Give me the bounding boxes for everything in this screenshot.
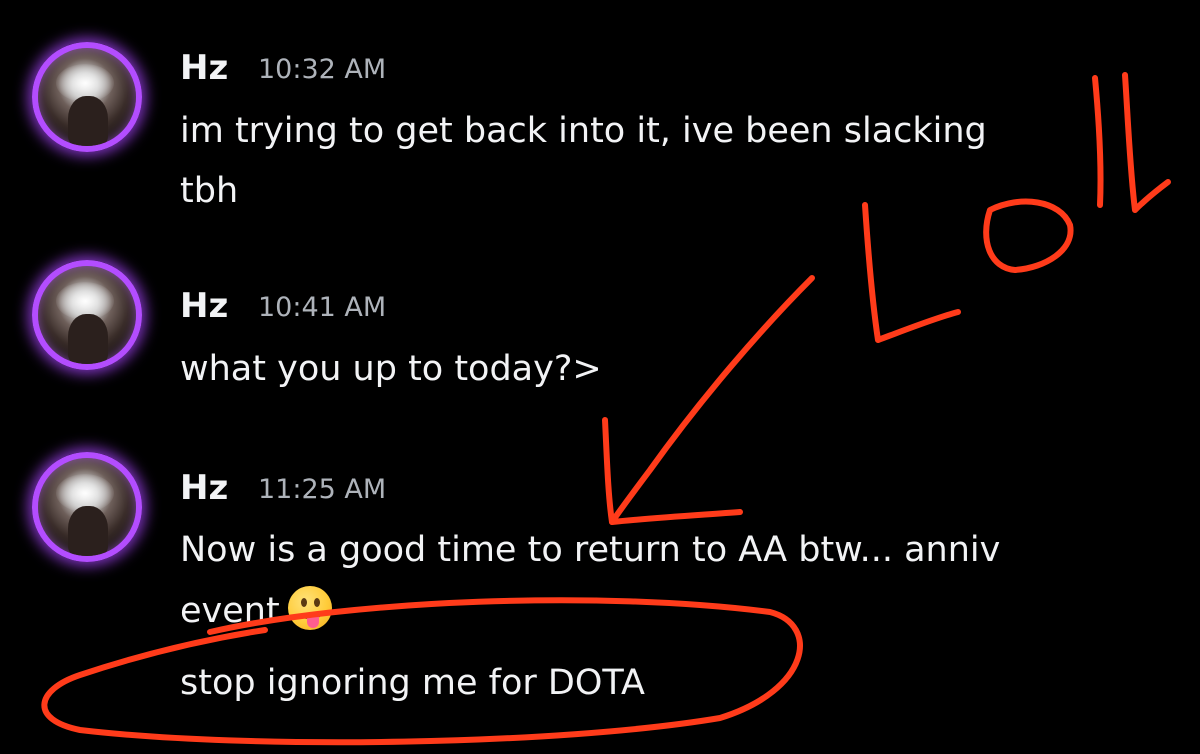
user-avatar[interactable] bbox=[32, 452, 142, 562]
avatar-figure bbox=[68, 506, 108, 556]
arrow-head-icon bbox=[602, 417, 743, 525]
message-text: event bbox=[180, 591, 280, 631]
username[interactable]: Hz bbox=[180, 468, 228, 508]
arrow-icon bbox=[609, 275, 815, 525]
avatar-figure bbox=[68, 96, 108, 146]
message-text-line: tbh bbox=[180, 171, 239, 211]
annotation-letter-o bbox=[983, 198, 1074, 273]
timestamp: 10:32 AM bbox=[258, 54, 387, 85]
tongue-out-emoji bbox=[287, 586, 332, 630]
annotation-stroke bbox=[1092, 75, 1104, 208]
avatar-figure bbox=[68, 314, 108, 364]
message-text-line: Now is a good time to return to AA btw..… bbox=[180, 530, 1001, 570]
message-text-line: im trying to get back into it, ive been … bbox=[180, 111, 987, 151]
message-text-line: what you up to today?> bbox=[180, 349, 602, 389]
annotation-letter-l-small bbox=[1122, 72, 1171, 213]
annotation-letter-l bbox=[862, 202, 961, 343]
message-text-line: event bbox=[180, 586, 332, 634]
timestamp: 10:41 AM bbox=[258, 292, 387, 323]
timestamp: 11:25 AM bbox=[258, 474, 387, 505]
user-avatar[interactable] bbox=[32, 260, 142, 370]
message-text-line: stop ignoring me for DOTA bbox=[180, 663, 645, 703]
user-avatar[interactable] bbox=[32, 42, 142, 152]
username[interactable]: Hz bbox=[180, 286, 228, 326]
username[interactable]: Hz bbox=[180, 48, 228, 88]
